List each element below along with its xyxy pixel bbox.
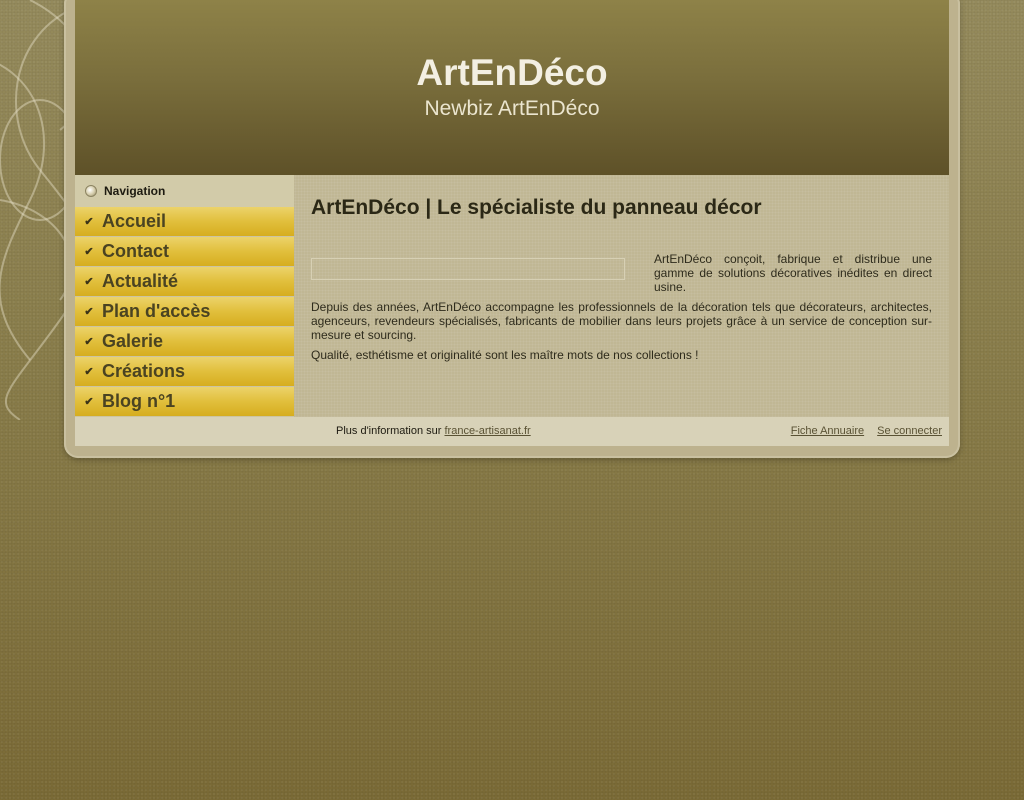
footer-info: Plus d'information sur france-artisanat.… bbox=[336, 425, 531, 437]
article-text: ArtEnDéco conçoit, fabrique et distribue… bbox=[311, 252, 932, 368]
sidebar-item-label: Actualité bbox=[102, 271, 179, 291]
checkmark-icon: ✔ bbox=[84, 396, 94, 408]
nav-heading: Navigation bbox=[75, 175, 294, 207]
sidebar-item-contact[interactable]: ✔ Contact bbox=[75, 237, 294, 266]
site-title: ArtEnDéco bbox=[416, 52, 608, 93]
page-title: ArtEnDéco | Le spécialiste du panneau dé… bbox=[311, 196, 762, 219]
nav-list: ✔ Accueil ✔ Contact ✔ Actualité ✔ Plan d… bbox=[75, 207, 294, 416]
sidebar-item-label: Créations bbox=[102, 361, 186, 381]
nav-heading-label: Navigation bbox=[104, 184, 166, 198]
sidebar-item-plan-acces[interactable]: ✔ Plan d'accès bbox=[75, 297, 294, 326]
sidebar-item-label: Galerie bbox=[102, 331, 164, 351]
se-connecter-link[interactable]: Se connecter bbox=[877, 425, 942, 437]
paragraph-quality: Qualité, esthétisme et originalité sont … bbox=[311, 348, 699, 362]
checkmark-icon: ✔ bbox=[84, 306, 94, 318]
sidebar-item-actualite[interactable]: ✔ Actualité bbox=[75, 267, 294, 296]
checkmark-icon: ✔ bbox=[84, 246, 94, 258]
sidebar-item-label: Contact bbox=[102, 241, 169, 261]
radio-bullet-icon bbox=[85, 185, 97, 197]
footer-info-link[interactable]: france-artisanat.fr bbox=[444, 425, 530, 437]
fiche-annuaire-link[interactable]: Fiche Annuaire bbox=[791, 425, 864, 437]
sidebar-item-label: Accueil bbox=[102, 211, 167, 231]
float-spacer bbox=[311, 252, 654, 292]
checkmark-icon: ✔ bbox=[84, 276, 94, 288]
checkmark-icon: ✔ bbox=[84, 336, 94, 348]
site-subtitle: Newbiz ArtEnDéco bbox=[424, 97, 600, 120]
checkmark-icon: ✔ bbox=[84, 216, 94, 228]
sidebar: Navigation ✔ Accueil ✔ Contact ✔ Actuali… bbox=[75, 175, 294, 417]
main-content: ArtEnDéco | Le spécialiste du panneau dé… bbox=[294, 175, 949, 417]
footer-links: Fiche Annuaire Se connecter bbox=[781, 425, 942, 437]
sidebar-item-blog[interactable]: ✔ Blog n°1 bbox=[75, 387, 294, 416]
checkmark-icon: ✔ bbox=[84, 366, 94, 378]
sidebar-item-galerie[interactable]: ✔ Galerie bbox=[75, 327, 294, 356]
sidebar-item-label: Plan d'accès bbox=[102, 301, 211, 321]
paragraph-services: Depuis des années, ArtEnDéco accompagne … bbox=[311, 300, 932, 342]
site-footer: Plus d'information sur france-artisanat.… bbox=[75, 417, 949, 446]
sidebar-item-label: Blog n°1 bbox=[102, 391, 176, 411]
footer-info-text: Plus d'information sur bbox=[336, 425, 445, 437]
sidebar-item-accueil[interactable]: ✔ Accueil bbox=[75, 207, 294, 236]
sidebar-item-creations[interactable]: ✔ Créations bbox=[75, 357, 294, 386]
site-header: ArtEnDéco Newbiz ArtEnDéco bbox=[75, 0, 949, 175]
